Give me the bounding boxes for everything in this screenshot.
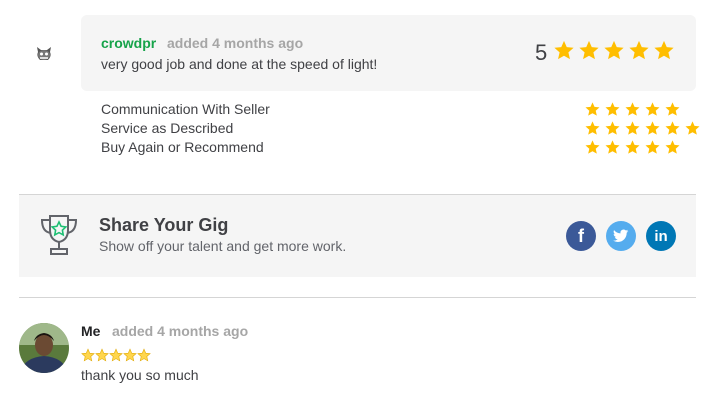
twitter-icon[interactable] bbox=[606, 221, 636, 251]
star-icon bbox=[605, 102, 620, 116]
star-icon bbox=[665, 102, 680, 116]
reply-stars bbox=[81, 348, 151, 362]
criteria-service-label: Service as Described bbox=[101, 120, 234, 136]
star-icon bbox=[605, 140, 620, 154]
divider bbox=[19, 297, 696, 298]
linkedin-icon[interactable]: in bbox=[646, 221, 676, 251]
user-avatar[interactable] bbox=[19, 323, 69, 373]
star-icon bbox=[645, 140, 660, 154]
star-icon bbox=[81, 348, 95, 362]
star-icon bbox=[585, 140, 600, 154]
star-icon bbox=[685, 121, 700, 135]
star-icon bbox=[95, 348, 109, 362]
star-icon bbox=[625, 121, 640, 135]
star-icon bbox=[123, 348, 137, 362]
criteria-communication-label: Communication With Seller bbox=[101, 101, 270, 117]
criteria-buy-again-label: Buy Again or Recommend bbox=[101, 139, 264, 155]
reply-timestamp: added 4 months ago bbox=[112, 323, 249, 339]
facebook-icon[interactable]: f bbox=[566, 221, 596, 251]
star-icon bbox=[629, 40, 649, 60]
criteria-communication-stars bbox=[584, 101, 681, 117]
star-icon bbox=[645, 121, 660, 135]
reply-author: Me bbox=[81, 323, 101, 339]
star-icon bbox=[665, 121, 680, 135]
star-icon bbox=[585, 121, 600, 135]
star-icon bbox=[554, 40, 574, 60]
star-icon bbox=[654, 40, 674, 60]
star-icon bbox=[579, 40, 599, 60]
star-icon bbox=[625, 140, 640, 154]
star-icon bbox=[645, 102, 660, 116]
star-icon bbox=[605, 121, 620, 135]
overall-stars bbox=[553, 39, 675, 61]
reply-text: thank you so much bbox=[81, 367, 199, 383]
star-icon bbox=[604, 40, 624, 60]
share-subtitle: Show off your talent and get more work. bbox=[99, 238, 347, 254]
reviewer-name[interactable]: crowdpr bbox=[101, 35, 156, 51]
review-timestamp: added 4 months ago bbox=[167, 35, 304, 51]
overall-rating: 5 bbox=[535, 40, 548, 65]
star-icon bbox=[625, 102, 640, 116]
criteria-service-stars bbox=[584, 120, 701, 136]
star-icon bbox=[665, 140, 680, 154]
share-title: Share Your Gig bbox=[99, 215, 229, 235]
star-icon bbox=[137, 348, 151, 362]
review-text: very good job and done at the speed of l… bbox=[101, 56, 378, 72]
reviewer-avatar[interactable] bbox=[33, 42, 55, 64]
share-gig-panel: Share Your Gig Show off your talent and … bbox=[19, 195, 696, 277]
star-icon bbox=[585, 102, 600, 116]
star-icon bbox=[109, 348, 123, 362]
review-card: crowdpr added 4 months ago very good job… bbox=[81, 15, 696, 91]
criteria-buy-again-stars bbox=[584, 139, 681, 155]
trophy-icon bbox=[39, 213, 79, 257]
